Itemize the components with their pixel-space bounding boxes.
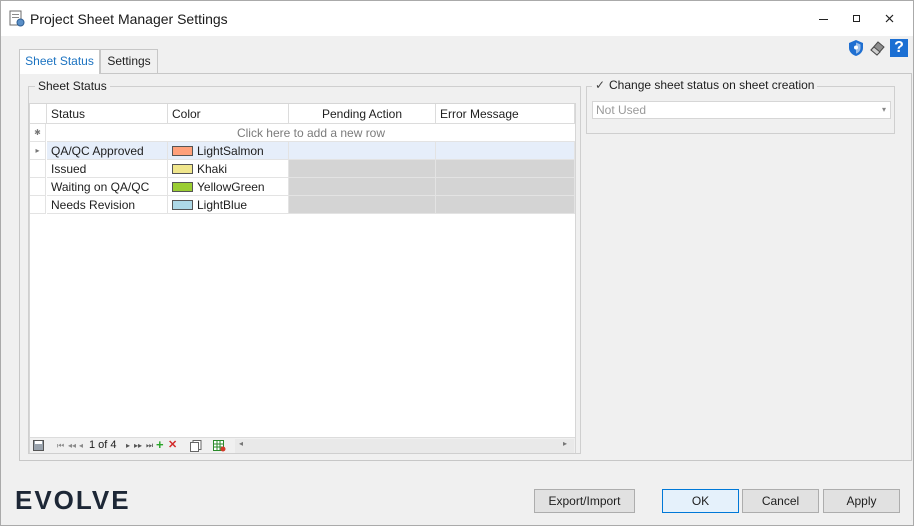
column-header-color[interactable]: Color xyxy=(168,104,289,124)
status-on-creation-group: ✓ Change sheet status on sheet creation N… xyxy=(586,78,895,134)
tab-panel: Sheet Status Status Color Pending Action… xyxy=(19,73,912,461)
row-indicator xyxy=(30,160,46,178)
save-icon[interactable] xyxy=(33,440,44,451)
scroll-left-icon[interactable]: ◂ xyxy=(239,439,243,448)
chevron-down-icon[interactable]: ▾ xyxy=(882,102,886,118)
maximize-button[interactable] xyxy=(840,1,874,36)
help-icon[interactable]: ? xyxy=(890,39,908,57)
new-row-indicator: ✱ xyxy=(30,124,46,142)
cancel-button[interactable]: Cancel xyxy=(742,489,819,513)
previous-page-button[interactable]: ◂◂ xyxy=(68,441,76,450)
color-swatch xyxy=(172,182,193,192)
pending-action-cell xyxy=(289,160,436,178)
color-cell[interactable]: Khaki xyxy=(168,160,289,178)
table-row[interactable]: Issued Khaki xyxy=(30,160,575,178)
select-value: Not Used xyxy=(596,103,647,117)
eraser-icon[interactable] xyxy=(868,39,886,57)
status-cell[interactable]: Issued xyxy=(47,160,168,178)
shield-icon[interactable] xyxy=(847,39,865,57)
evolve-logo: EVOLVE xyxy=(15,485,131,515)
color-name: LightBlue xyxy=(197,198,248,212)
group-title: Sheet Status xyxy=(35,79,110,93)
close-button[interactable] xyxy=(873,1,907,36)
status-cell[interactable]: Waiting on QA/QC xyxy=(47,178,168,196)
pending-action-cell xyxy=(289,196,436,214)
tab-sheet-status[interactable]: Sheet Status xyxy=(19,49,100,74)
grid-navigator: ⏮ ◂◂ ◂ 1 of 4 ▸ ▸▸ ⏭ + ✕ ◂ ▸ xyxy=(30,437,575,453)
pending-action-cell[interactable] xyxy=(289,142,436,160)
sheet-status-group: Sheet Status Status Color Pending Action… xyxy=(28,79,581,454)
copy-icon[interactable] xyxy=(190,440,202,452)
color-cell[interactable]: LightBlue xyxy=(168,196,289,214)
status-cell[interactable]: QA/QC Approved xyxy=(47,142,168,160)
status-on-creation-checkbox[interactable]: ✓ Change sheet status on sheet creation xyxy=(592,78,818,92)
scroll-right-icon[interactable]: ▸ xyxy=(563,439,567,448)
last-record-button[interactable]: ⏭ xyxy=(146,441,153,451)
new-row[interactable]: ✱ Click here to add a new row xyxy=(30,124,575,142)
color-cell[interactable]: YellowGreen xyxy=(168,178,289,196)
delete-record-icon[interactable]: ✕ xyxy=(168,438,177,451)
export-grid-icon[interactable] xyxy=(213,440,226,452)
export-import-button[interactable]: Export/Import xyxy=(534,489,635,513)
tab-settings[interactable]: Settings xyxy=(100,49,158,73)
maximize-icon xyxy=(853,14,860,22)
status-grid[interactable]: Status Color Pending Action Error Messag… xyxy=(29,103,576,453)
record-position: 1 of 4 xyxy=(89,439,117,451)
previous-record-button[interactable]: ◂ xyxy=(79,441,83,450)
checkbox-check-icon[interactable]: ✓ xyxy=(595,78,605,92)
color-name: Khaki xyxy=(197,162,228,176)
color-name: YellowGreen xyxy=(197,180,265,194)
error-message-cell xyxy=(436,160,575,178)
row-indicator xyxy=(30,196,46,214)
error-message-cell[interactable] xyxy=(436,142,575,160)
table-row[interactable]: Needs Revision LightBlue xyxy=(30,196,575,214)
title-bar: Project Sheet Manager Settings xyxy=(1,1,913,36)
apply-button[interactable]: Apply xyxy=(823,489,900,513)
color-swatch xyxy=(172,200,193,210)
app-icon xyxy=(9,10,25,27)
error-message-cell xyxy=(436,196,575,214)
close-icon xyxy=(885,14,894,22)
color-name: LightSalmon xyxy=(197,144,264,158)
next-page-button[interactable]: ▸▸ xyxy=(134,441,142,450)
sheet-status-select[interactable]: Not Used ▾ xyxy=(592,101,891,119)
column-header-pending-action[interactable]: Pending Action xyxy=(289,104,436,124)
next-record-button[interactable]: ▸ xyxy=(126,441,130,450)
horizontal-scrollbar[interactable]: ◂ ▸ xyxy=(235,439,574,453)
row-indicator: ▸ xyxy=(30,142,46,160)
first-record-button[interactable]: ⏮ xyxy=(57,441,64,451)
column-header-status[interactable]: Status xyxy=(47,104,168,124)
new-row-prompt[interactable]: Click here to add a new row xyxy=(47,124,575,142)
pending-action-cell xyxy=(289,178,436,196)
ok-button[interactable]: OK xyxy=(662,489,739,513)
minimize-icon xyxy=(819,18,828,20)
checkbox-label: Change sheet status on sheet creation xyxy=(609,78,815,92)
window-title: Project Sheet Manager Settings xyxy=(30,11,228,27)
color-cell[interactable]: LightSalmon xyxy=(168,142,289,160)
table-row[interactable]: Waiting on QA/QC YellowGreen xyxy=(30,178,575,196)
table-row[interactable]: ▸ QA/QC Approved LightSalmon xyxy=(30,142,575,160)
row-indicator xyxy=(30,178,46,196)
header-indicator xyxy=(30,104,47,124)
settings-window: Project Sheet Manager Settings ? Sheet S… xyxy=(0,0,914,526)
minimize-button[interactable] xyxy=(807,1,841,36)
add-record-icon[interactable]: + xyxy=(156,437,164,452)
status-cell[interactable]: Needs Revision xyxy=(47,196,168,214)
color-swatch xyxy=(172,164,193,174)
error-message-cell xyxy=(436,178,575,196)
column-header-error-message[interactable]: Error Message xyxy=(436,104,575,124)
color-swatch xyxy=(172,146,193,156)
